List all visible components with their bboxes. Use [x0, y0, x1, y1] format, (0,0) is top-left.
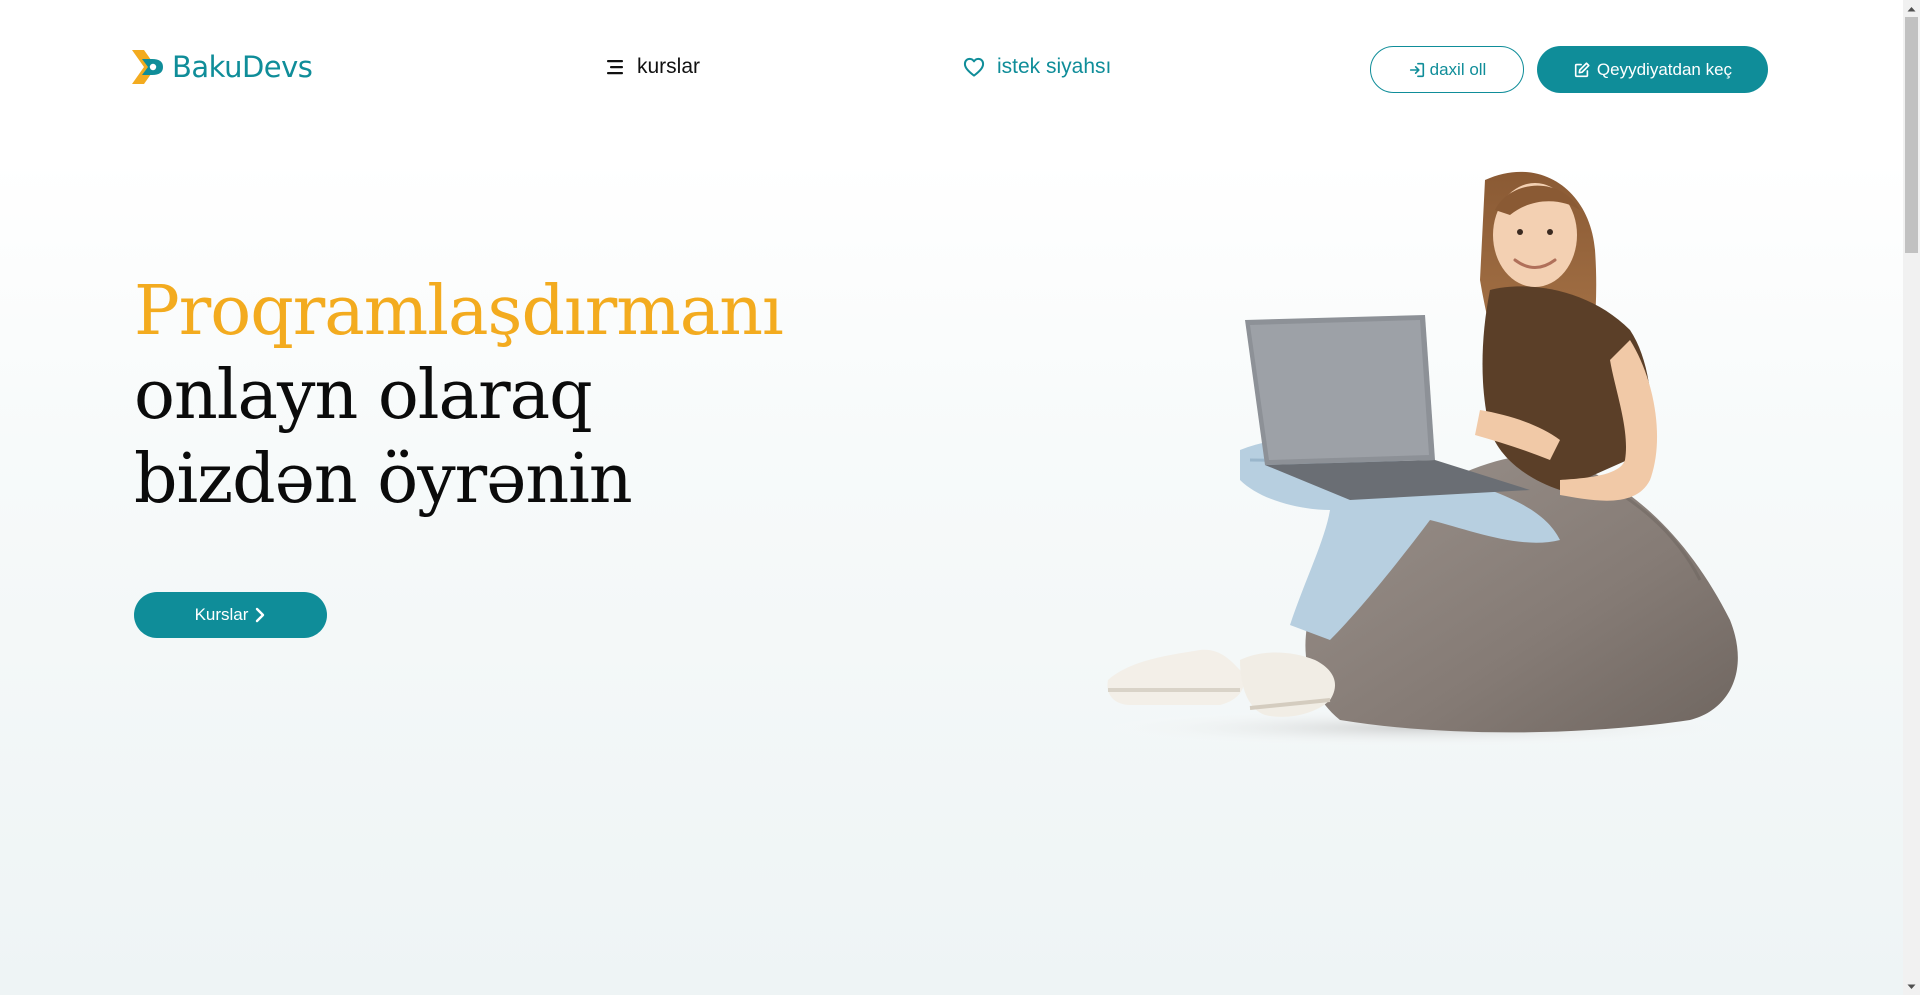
menu-icon	[607, 60, 623, 75]
edit-icon	[1574, 61, 1590, 77]
login-button[interactable]: daxil oll	[1370, 46, 1524, 93]
hero-title-line-3: bizdən öyrənin	[134, 440, 633, 519]
landing-page: BakuDevs kurslar istek siyahsı daxil oll	[0, 0, 1903, 995]
register-button[interactable]: Qeyydiyatdan keç	[1537, 46, 1768, 93]
page-scrollbar[interactable]	[1903, 0, 1920, 995]
nav-wishlist-label: istek siyahsı	[997, 55, 1112, 78]
hero-title: Proqramlaşdırmanı onlayn olaraq bizdən ö…	[134, 270, 784, 522]
hero-title-line-2: onlayn olaraq	[134, 356, 593, 435]
logo-text: BakuDevs	[172, 50, 313, 84]
chevron-right-icon	[256, 607, 265, 623]
courses-cta-button[interactable]: Kurslar	[134, 592, 327, 638]
register-label: Qeyydiyatdan keç	[1596, 59, 1733, 79]
scroll-thumb[interactable]	[1905, 17, 1918, 253]
hero-title-line-1: Proqramlaşdırmanı	[134, 272, 784, 351]
scroll-up-icon[interactable]	[1903, 0, 1920, 17]
nav-wishlist-link[interactable]: istek siyahsı	[963, 55, 1111, 79]
heart-icon	[963, 57, 985, 77]
site-header: BakuDevs kurslar istek siyahsı daxil oll	[0, 0, 1903, 140]
scroll-down-icon[interactable]	[1903, 978, 1920, 995]
logo[interactable]: BakuDevs	[130, 48, 313, 86]
logo-icon	[132, 50, 163, 84]
nav-courses-label: kurslar	[637, 55, 701, 78]
hero-illustration	[1090, 171, 1750, 748]
courses-cta-label: Kurslar	[194, 605, 249, 624]
login-label: daxil oll	[1429, 59, 1487, 79]
sign-in-icon	[1409, 62, 1424, 77]
nav-courses-link[interactable]: kurslar	[605, 55, 700, 79]
